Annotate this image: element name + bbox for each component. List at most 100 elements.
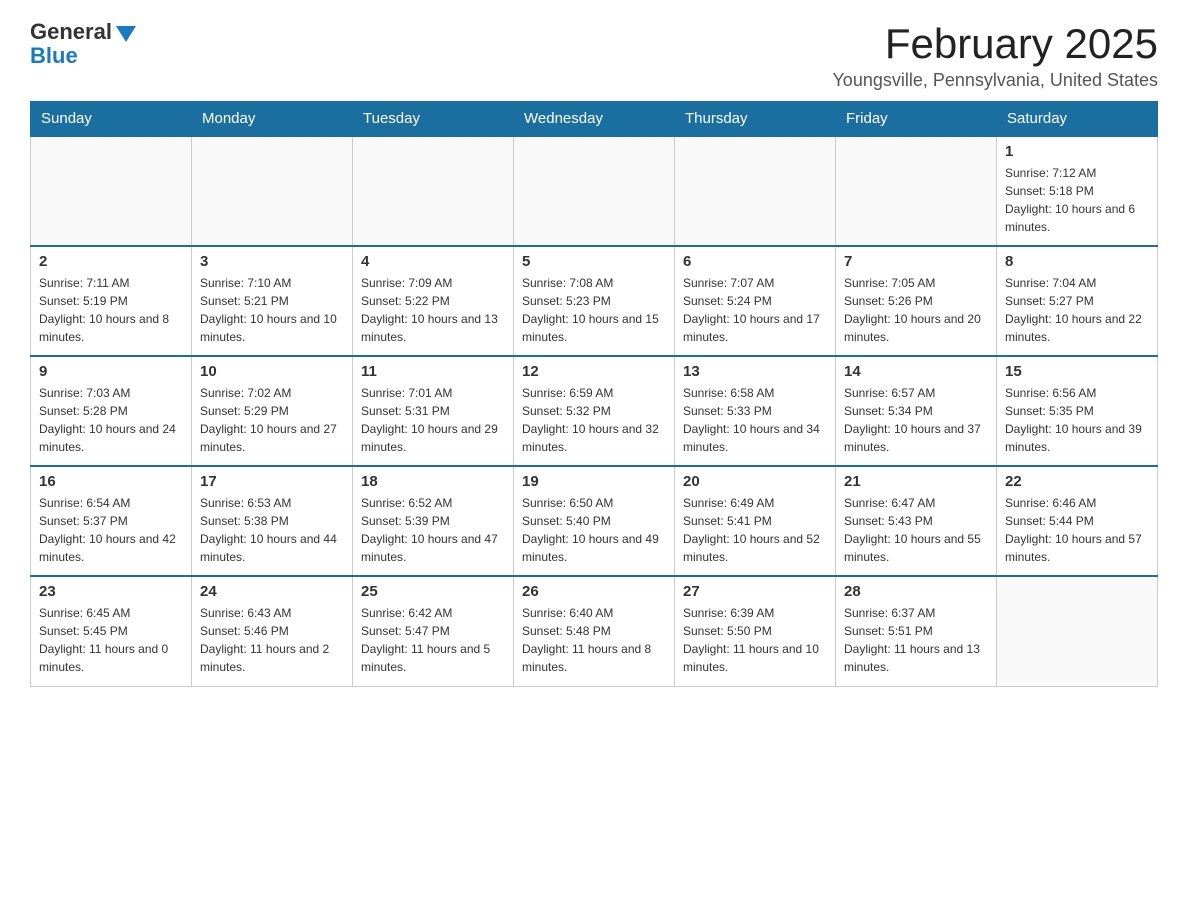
calendar-cell: 21 Sunrise: 6:47 AMSunset: 5:43 PMDayligh…	[836, 466, 997, 576]
calendar-cell: 28 Sunrise: 6:37 AMSunset: 5:51 PMDayligh…	[836, 576, 997, 686]
calendar-cell: 14 Sunrise: 6:57 AMSunset: 5:34 PMDayligh…	[836, 356, 997, 466]
day-info: Sunrise: 6:52 AMSunset: 5:39 PMDaylight:…	[361, 494, 505, 566]
day-number: 1	[1005, 143, 1149, 160]
day-info: Sunrise: 6:56 AMSunset: 5:35 PMDaylight:…	[1005, 384, 1149, 456]
header-saturday: Saturday	[997, 102, 1158, 137]
calendar-title: February 2025	[832, 20, 1158, 68]
week-row-1: 1 Sunrise: 7:12 AMSunset: 5:18 PMDaylight…	[31, 136, 1158, 246]
day-info: Sunrise: 6:58 AMSunset: 5:33 PMDaylight:…	[683, 384, 827, 456]
page-header: General Blue February 2025 Youngsville, …	[30, 20, 1158, 91]
day-number: 19	[522, 473, 666, 490]
calendar-cell: 20 Sunrise: 6:49 AMSunset: 5:41 PMDayligh…	[675, 466, 836, 576]
day-number: 6	[683, 253, 827, 270]
calendar-cell	[514, 136, 675, 246]
calendar-cell: 7 Sunrise: 7:05 AMSunset: 5:26 PMDaylight…	[836, 246, 997, 356]
logo-general: General	[30, 20, 112, 44]
header-sunday: Sunday	[31, 102, 192, 137]
day-number: 17	[200, 473, 344, 490]
day-info: Sunrise: 7:02 AMSunset: 5:29 PMDaylight:…	[200, 384, 344, 456]
day-info: Sunrise: 6:47 AMSunset: 5:43 PMDaylight:…	[844, 494, 988, 566]
calendar-cell: 1 Sunrise: 7:12 AMSunset: 5:18 PMDaylight…	[997, 136, 1158, 246]
day-number: 3	[200, 253, 344, 270]
calendar-cell: 25 Sunrise: 6:42 AMSunset: 5:47 PMDayligh…	[353, 576, 514, 686]
day-info: Sunrise: 6:39 AMSunset: 5:50 PMDaylight:…	[683, 604, 827, 676]
day-number: 7	[844, 253, 988, 270]
day-info: Sunrise: 6:49 AMSunset: 5:41 PMDaylight:…	[683, 494, 827, 566]
day-number: 25	[361, 583, 505, 600]
day-info: Sunrise: 6:53 AMSunset: 5:38 PMDaylight:…	[200, 494, 344, 566]
calendar-cell	[192, 136, 353, 246]
day-info: Sunrise: 7:12 AMSunset: 5:18 PMDaylight:…	[1005, 164, 1149, 236]
day-info: Sunrise: 7:03 AMSunset: 5:28 PMDaylight:…	[39, 384, 183, 456]
day-info: Sunrise: 6:50 AMSunset: 5:40 PMDaylight:…	[522, 494, 666, 566]
calendar-subtitle: Youngsville, Pennsylvania, United States	[832, 70, 1158, 91]
calendar-cell: 11 Sunrise: 7:01 AMSunset: 5:31 PMDayligh…	[353, 356, 514, 466]
calendar-cell: 5Sunrise: 7:08 AMSunset: 5:23 PMDaylight…	[514, 246, 675, 356]
day-number: 21	[844, 473, 988, 490]
day-info: Sunrise: 6:42 AMSunset: 5:47 PMDaylight:…	[361, 604, 505, 676]
week-row-4: 16Sunrise: 6:54 AMSunset: 5:37 PMDayligh…	[31, 466, 1158, 576]
day-number: 15	[1005, 363, 1149, 380]
calendar-table: SundayMondayTuesdayWednesdayThursdayFrid…	[30, 101, 1158, 687]
logo: General Blue	[30, 20, 136, 68]
day-info: Sunrise: 7:11 AMSunset: 5:19 PMDaylight:…	[39, 274, 183, 346]
day-info: Sunrise: 6:57 AMSunset: 5:34 PMDaylight:…	[844, 384, 988, 456]
day-info: Sunrise: 7:01 AMSunset: 5:31 PMDaylight:…	[361, 384, 505, 456]
day-info: Sunrise: 6:37 AMSunset: 5:51 PMDaylight:…	[844, 604, 988, 676]
calendar-cell: 6 Sunrise: 7:07 AMSunset: 5:24 PMDaylight…	[675, 246, 836, 356]
week-row-3: 9 Sunrise: 7:03 AMSunset: 5:28 PMDaylight…	[31, 356, 1158, 466]
calendar-cell: 2 Sunrise: 7:11 AMSunset: 5:19 PMDaylight…	[31, 246, 192, 356]
day-number: 11	[361, 363, 505, 380]
day-number: 20	[683, 473, 827, 490]
day-number: 14	[844, 363, 988, 380]
logo-text: General Blue	[30, 20, 136, 68]
calendar-cell	[836, 136, 997, 246]
day-info: Sunrise: 7:07 AMSunset: 5:24 PMDaylight:…	[683, 274, 827, 346]
day-info: Sunrise: 7:05 AMSunset: 5:26 PMDaylight:…	[844, 274, 988, 346]
day-number: 18	[361, 473, 505, 490]
day-number: 26	[522, 583, 666, 600]
calendar-cell: 22Sunrise: 6:46 AMSunset: 5:44 PMDayligh…	[997, 466, 1158, 576]
day-number: 28	[844, 583, 988, 600]
calendar-cell	[31, 136, 192, 246]
day-number: 2	[39, 253, 183, 270]
day-number: 27	[683, 583, 827, 600]
day-number: 10	[200, 363, 344, 380]
header-monday: Monday	[192, 102, 353, 137]
calendar-cell: 13Sunrise: 6:58 AMSunset: 5:33 PMDayligh…	[675, 356, 836, 466]
calendar-cell	[353, 136, 514, 246]
day-number: 9	[39, 363, 183, 380]
day-info: Sunrise: 7:09 AMSunset: 5:22 PMDaylight:…	[361, 274, 505, 346]
calendar-cell	[675, 136, 836, 246]
calendar-cell: 4 Sunrise: 7:09 AMSunset: 5:22 PMDaylight…	[353, 246, 514, 356]
day-info: Sunrise: 6:45 AMSunset: 5:45 PMDaylight:…	[39, 604, 183, 676]
header-tuesday: Tuesday	[353, 102, 514, 137]
day-info: Sunrise: 6:59 AMSunset: 5:32 PMDaylight:…	[522, 384, 666, 456]
calendar-cell: 18 Sunrise: 6:52 AMSunset: 5:39 PMDayligh…	[353, 466, 514, 576]
header-friday: Friday	[836, 102, 997, 137]
header-row: SundayMondayTuesdayWednesdayThursdayFrid…	[31, 102, 1158, 137]
calendar-cell: 27 Sunrise: 6:39 AMSunset: 5:50 PMDayligh…	[675, 576, 836, 686]
calendar-cell: 15 Sunrise: 6:56 AMSunset: 5:35 PMDayligh…	[997, 356, 1158, 466]
day-info: Sunrise: 6:54 AMSunset: 5:37 PMDaylight:…	[39, 494, 183, 566]
logo-triangle-icon	[116, 26, 136, 42]
day-number: 4	[361, 253, 505, 270]
day-info: Sunrise: 7:08 AMSunset: 5:23 PMDaylight:…	[522, 274, 666, 346]
header-wednesday: Wednesday	[514, 102, 675, 137]
calendar-cell: 9 Sunrise: 7:03 AMSunset: 5:28 PMDaylight…	[31, 356, 192, 466]
calendar-cell: 8Sunrise: 7:04 AMSunset: 5:27 PMDaylight…	[997, 246, 1158, 356]
calendar-cell: 24Sunrise: 6:43 AMSunset: 5:46 PMDayligh…	[192, 576, 353, 686]
day-info: Sunrise: 6:40 AMSunset: 5:48 PMDaylight:…	[522, 604, 666, 676]
day-info: Sunrise: 6:43 AMSunset: 5:46 PMDaylight:…	[200, 604, 344, 676]
logo-blue: Blue	[30, 44, 136, 68]
title-block: February 2025 Youngsville, Pennsylvania,…	[832, 20, 1158, 91]
header-thursday: Thursday	[675, 102, 836, 137]
calendar-cell: 16Sunrise: 6:54 AMSunset: 5:37 PMDayligh…	[31, 466, 192, 576]
week-row-2: 2 Sunrise: 7:11 AMSunset: 5:19 PMDaylight…	[31, 246, 1158, 356]
day-info: Sunrise: 7:10 AMSunset: 5:21 PMDaylight:…	[200, 274, 344, 346]
calendar-cell: 26 Sunrise: 6:40 AMSunset: 5:48 PMDayligh…	[514, 576, 675, 686]
calendar-cell: 19 Sunrise: 6:50 AMSunset: 5:40 PMDayligh…	[514, 466, 675, 576]
day-info: Sunrise: 6:46 AMSunset: 5:44 PMDaylight:…	[1005, 494, 1149, 566]
calendar-cell: 12Sunrise: 6:59 AMSunset: 5:32 PMDayligh…	[514, 356, 675, 466]
week-row-5: 23Sunrise: 6:45 AMSunset: 5:45 PMDayligh…	[31, 576, 1158, 686]
